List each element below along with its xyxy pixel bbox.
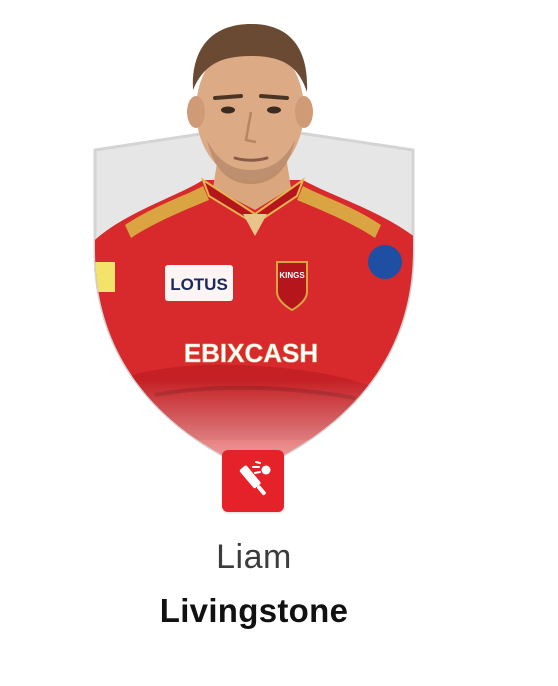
batsman-icon	[222, 450, 284, 512]
player-first-name: Liam	[216, 538, 292, 576]
player-card[interactable]: LOTUS KINGS EBIXCASH Liam Livingstone	[0, 0, 558, 686]
batsman-role-badge	[222, 450, 284, 512]
player-last-name: Livingstone	[159, 592, 349, 629]
svg-text:KINGS: KINGS	[279, 271, 305, 280]
jersey-sponsor-1: LOTUS	[170, 275, 228, 294]
player-portrait: LOTUS KINGS EBIXCASH	[85, 0, 425, 490]
jersey-sponsor-2: EBIXCASH	[184, 338, 318, 368]
team-badge	[276, 261, 308, 312]
